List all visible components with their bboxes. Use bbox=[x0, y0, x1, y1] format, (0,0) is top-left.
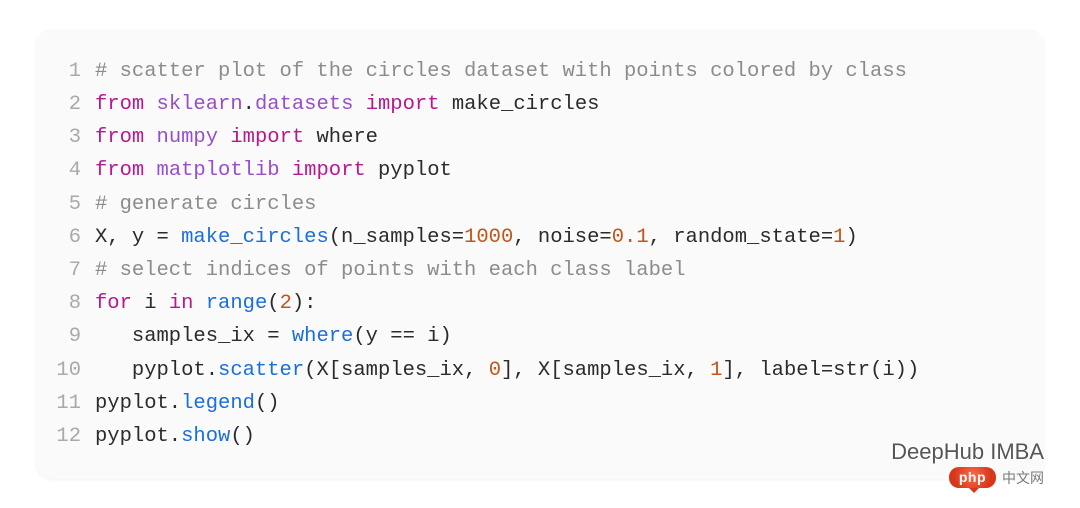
token-num: 2 bbox=[280, 292, 292, 315]
token-c: # scatter plot of the circles dataset wi… bbox=[95, 60, 907, 83]
token-num: 0 bbox=[489, 359, 501, 382]
code-content: # generate circles bbox=[95, 188, 316, 221]
code-line: 9 samples_ix = where(y == i) bbox=[35, 320, 1025, 353]
line-number: 7 bbox=[35, 254, 95, 287]
token-num: 1 bbox=[710, 359, 722, 382]
token-code: ], X[samples_ix, bbox=[501, 359, 710, 382]
code-content: from matplotlib import pyplot bbox=[95, 154, 452, 187]
line-number: 10 bbox=[35, 354, 95, 387]
code-line: 4from matplotlib import pyplot bbox=[35, 154, 1025, 187]
token-mod: sklearn bbox=[157, 93, 243, 116]
code-listing: 1# scatter plot of the circles dataset w… bbox=[35, 55, 1025, 453]
code-line: 5# generate circles bbox=[35, 188, 1025, 221]
token-code: pyplot. bbox=[95, 425, 181, 448]
code-line: 11pyplot.legend() bbox=[35, 387, 1025, 420]
token-c: # generate circles bbox=[95, 193, 316, 216]
token-code: pyplot. bbox=[95, 392, 181, 415]
code-content: pyplot.show() bbox=[95, 420, 255, 453]
token-code: , noise= bbox=[513, 226, 611, 249]
token-code: (X[samples_ix, bbox=[304, 359, 489, 382]
line-number: 11 bbox=[35, 387, 95, 420]
code-card: 1# scatter plot of the circles dataset w… bbox=[35, 29, 1045, 479]
code-line: 6X, y = make_circles(n_samples=1000, noi… bbox=[35, 221, 1025, 254]
token-kw: import bbox=[366, 93, 440, 116]
token-code: (y == i) bbox=[353, 325, 451, 348]
token-code bbox=[353, 93, 365, 116]
token-kw: in bbox=[169, 292, 194, 315]
code-content: for i in range(2): bbox=[95, 287, 316, 320]
code-line: 10 pyplot.scatter(X[samples_ix, 0], X[sa… bbox=[35, 354, 1025, 387]
code-line: 8for i in range(2): bbox=[35, 287, 1025, 320]
code-line: 7# select indices of points with each cl… bbox=[35, 254, 1025, 287]
code-line: 2from sklearn.datasets import make_circl… bbox=[35, 88, 1025, 121]
token-kw: import bbox=[292, 159, 366, 182]
line-number: 8 bbox=[35, 287, 95, 320]
token-code bbox=[218, 126, 230, 149]
code-line: 3from numpy import where bbox=[35, 121, 1025, 154]
code-line: 12pyplot.show() bbox=[35, 420, 1025, 453]
code-content: X, y = make_circles(n_samples=1000, nois… bbox=[95, 221, 858, 254]
token-fn: show bbox=[181, 425, 230, 448]
token-code: ): bbox=[292, 292, 317, 315]
token-kw: import bbox=[230, 126, 304, 149]
token-num: 1000 bbox=[464, 226, 513, 249]
line-number: 6 bbox=[35, 221, 95, 254]
token-fn: make_circles bbox=[181, 226, 329, 249]
line-number: 1 bbox=[35, 55, 95, 88]
token-c: # select indices of points with each cla… bbox=[95, 259, 686, 282]
token-code: i bbox=[132, 292, 169, 315]
token-fn: scatter bbox=[218, 359, 304, 382]
token-num: 1 bbox=[833, 226, 845, 249]
code-content: samples_ix = where(y == i) bbox=[95, 320, 452, 353]
token-code: ], label=str(i)) bbox=[722, 359, 919, 382]
token-code: ( bbox=[267, 292, 279, 315]
code-content: # scatter plot of the circles dataset wi… bbox=[95, 55, 907, 88]
code-content: from numpy import where bbox=[95, 121, 378, 154]
code-content: from sklearn.datasets import make_circle… bbox=[95, 88, 599, 121]
token-num: 0.1 bbox=[612, 226, 649, 249]
token-kw: from bbox=[95, 159, 144, 182]
token-code bbox=[280, 159, 292, 182]
line-number: 5 bbox=[35, 188, 95, 221]
token-code: pyplot. bbox=[95, 359, 218, 382]
token-fn: where bbox=[292, 325, 354, 348]
token-code: ) bbox=[845, 226, 857, 249]
token-code: X, y = bbox=[95, 226, 181, 249]
line-number: 9 bbox=[35, 320, 95, 353]
token-code: , random_state= bbox=[649, 226, 834, 249]
token-fn: range bbox=[206, 292, 268, 315]
token-fn: legend bbox=[181, 392, 255, 415]
token-code: where bbox=[304, 126, 378, 149]
token-code bbox=[144, 126, 156, 149]
token-mod: matplotlib bbox=[157, 159, 280, 182]
code-line: 1# scatter plot of the circles dataset w… bbox=[35, 55, 1025, 88]
code-content: pyplot.scatter(X[samples_ix, 0], X[sampl… bbox=[95, 354, 919, 387]
token-kw: for bbox=[95, 292, 132, 315]
token-code: () bbox=[230, 425, 255, 448]
token-code: make_circles bbox=[440, 93, 600, 116]
token-code: . bbox=[243, 93, 255, 116]
token-code: () bbox=[255, 392, 280, 415]
token-code: (n_samples= bbox=[329, 226, 464, 249]
line-number: 12 bbox=[35, 420, 95, 453]
token-code bbox=[144, 159, 156, 182]
code-content: pyplot.legend() bbox=[95, 387, 280, 420]
token-code: samples_ix = bbox=[95, 325, 292, 348]
token-kw: from bbox=[95, 93, 144, 116]
token-kw: from bbox=[95, 126, 144, 149]
line-number: 4 bbox=[35, 154, 95, 187]
token-mod: numpy bbox=[157, 126, 219, 149]
token-code bbox=[193, 292, 205, 315]
line-number: 3 bbox=[35, 121, 95, 154]
token-code: pyplot bbox=[366, 159, 452, 182]
token-mod: datasets bbox=[255, 93, 353, 116]
code-content: # select indices of points with each cla… bbox=[95, 254, 686, 287]
line-number: 2 bbox=[35, 88, 95, 121]
token-code bbox=[144, 93, 156, 116]
